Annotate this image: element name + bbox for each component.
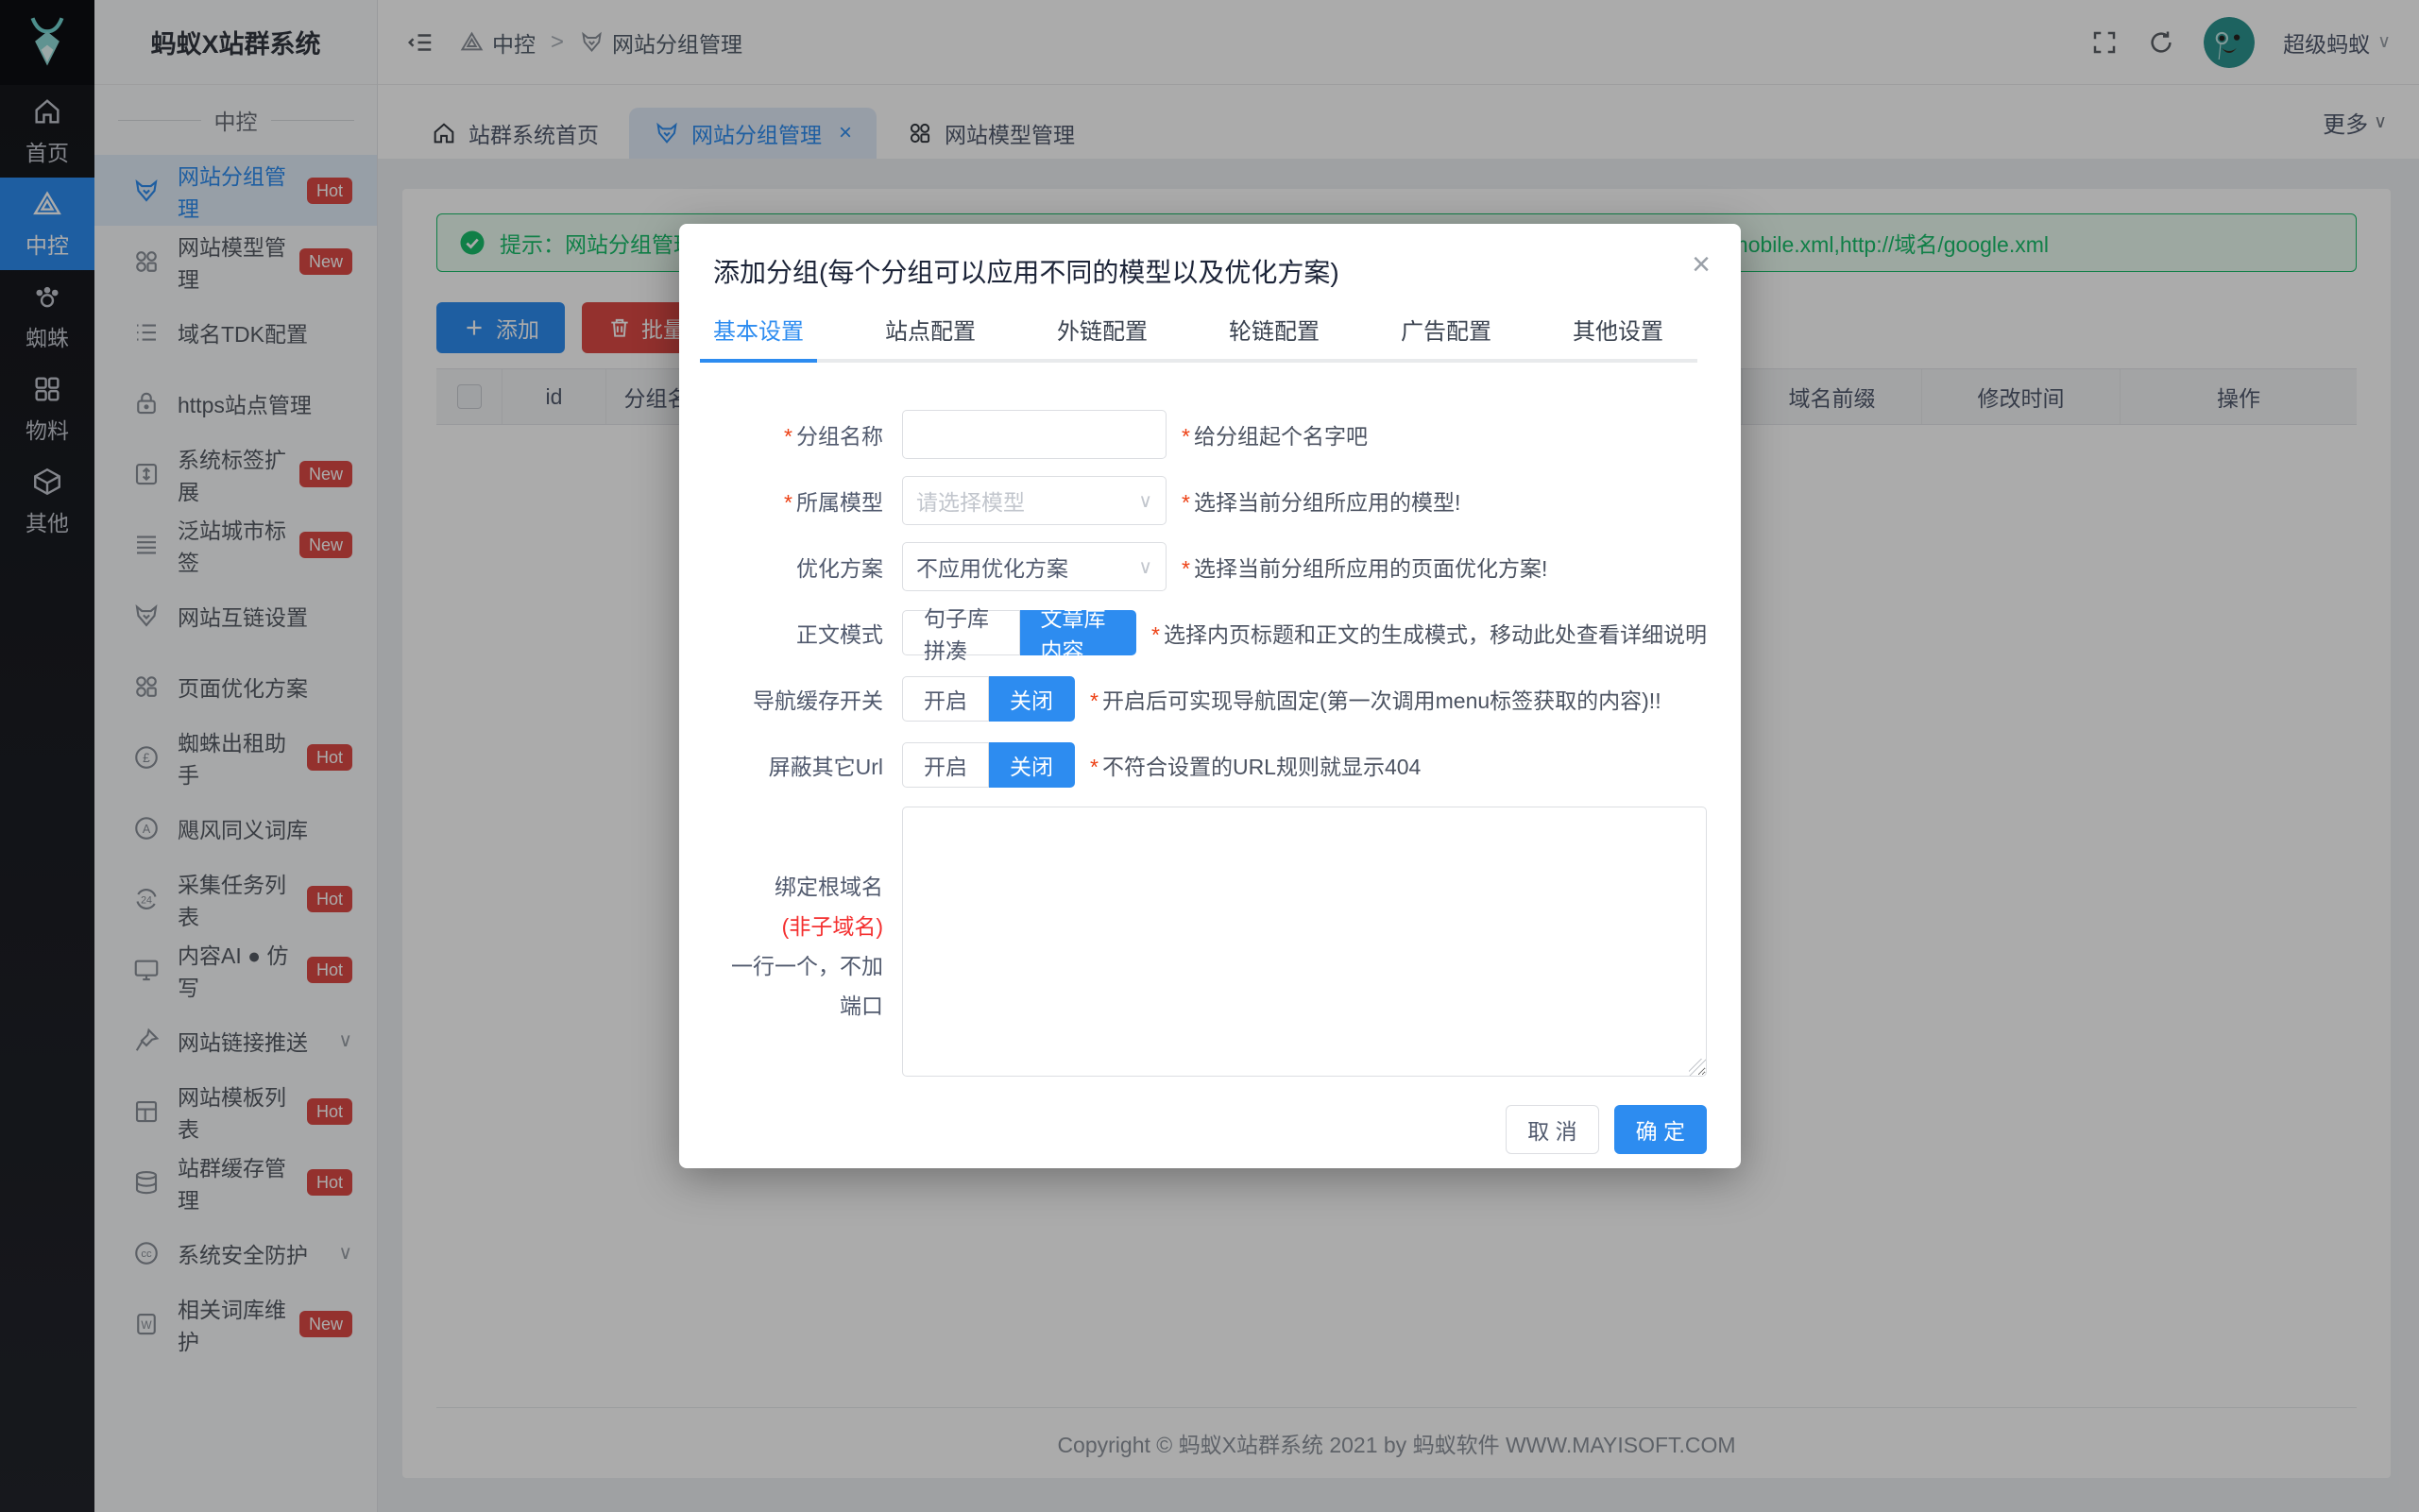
nav-cache-toggle: 开启 关闭 [902,676,1075,722]
close-icon[interactable]: × [1692,248,1711,280]
block-url-on[interactable]: 开启 [902,742,989,788]
block-url-toggle: 开启 关闭 [902,742,1075,788]
block-url-off[interactable]: 关闭 [989,742,1075,788]
content-mode-segment: 句子库拼凑 文章库内容 [902,610,1136,655]
bind-domains-textarea[interactable] [902,807,1707,1077]
cancel-button[interactable]: 取 消 [1506,1105,1598,1154]
modal-tab[interactable]: 广告配置 [1401,313,1491,363]
group-name-input[interactable] [902,410,1167,459]
optimize-select[interactable]: 不应用优化方案 ∨ [902,542,1167,591]
content-mode-option-article[interactable]: 文章库内容 [1020,610,1137,655]
chevron-down-icon: ∨ [1138,555,1152,579]
modal-form: *分组名称 *给分组起个名字吧 *所属模型 请选择模型 ∨ *选择当前分组所应用… [713,363,1707,1154]
form-row-optimize: 优化方案 不应用优化方案 ∨ *选择当前分组所应用的页面优化方案! [713,542,1707,591]
add-group-modal: 添加分组(每个分组可以应用不同的模型以及优化方案) × 基本设置 站点配置 外链配置… [679,224,1741,1168]
modal-tabs: 基本设置 站点配置 外链配置 轮链配置 广告配置 其他设置 [713,313,1707,363]
ok-button[interactable]: 确 定 [1614,1105,1707,1154]
form-row-group-name: *分组名称 *给分组起个名字吧 [713,410,1707,459]
form-row-domains: 绑定根域名 (非子域名) 一行一个，不加 端口 [713,807,1707,1077]
modal-tab[interactable]: 基本设置 [713,313,804,363]
form-row-model: *所属模型 请选择模型 ∨ *选择当前分组所应用的模型! [713,476,1707,525]
modal-title: 添加分组(每个分组可以应用不同的模型以及优化方案) [713,252,1707,290]
modal-tab[interactable]: 轮链配置 [1229,313,1320,363]
nav-cache-on[interactable]: 开启 [902,676,989,722]
content-mode-option-sentence[interactable]: 句子库拼凑 [902,610,1020,655]
modal-footer: 取 消 确 定 [713,1105,1707,1154]
form-row-nav-cache: 导航缓存开关 开启 关闭 *开启后可实现导航固定(第一次调用menu标签获取的内… [713,674,1707,723]
model-select[interactable]: 请选择模型 ∨ [902,476,1167,525]
nav-cache-off[interactable]: 关闭 [989,676,1075,722]
modal-tab[interactable]: 站点配置 [885,313,976,363]
modal-tab[interactable]: 其他设置 [1573,313,1663,363]
form-row-content-mode: 正文模式 句子库拼凑 文章库内容 *选择内页标题和正文的生成模式，移动此处查看详… [713,608,1707,657]
form-row-block-url: 屏蔽其它Url 开启 关闭 *不符合设置的URL规则就显示404 [713,740,1707,790]
modal-tab[interactable]: 外链配置 [1057,313,1148,363]
chevron-down-icon: ∨ [1138,489,1152,513]
app-root: 首页中控蜘蛛物料其他 蚂蚁X站群系统 中控 网站分组管理Hot网站模型管理New… [0,0,2419,1512]
